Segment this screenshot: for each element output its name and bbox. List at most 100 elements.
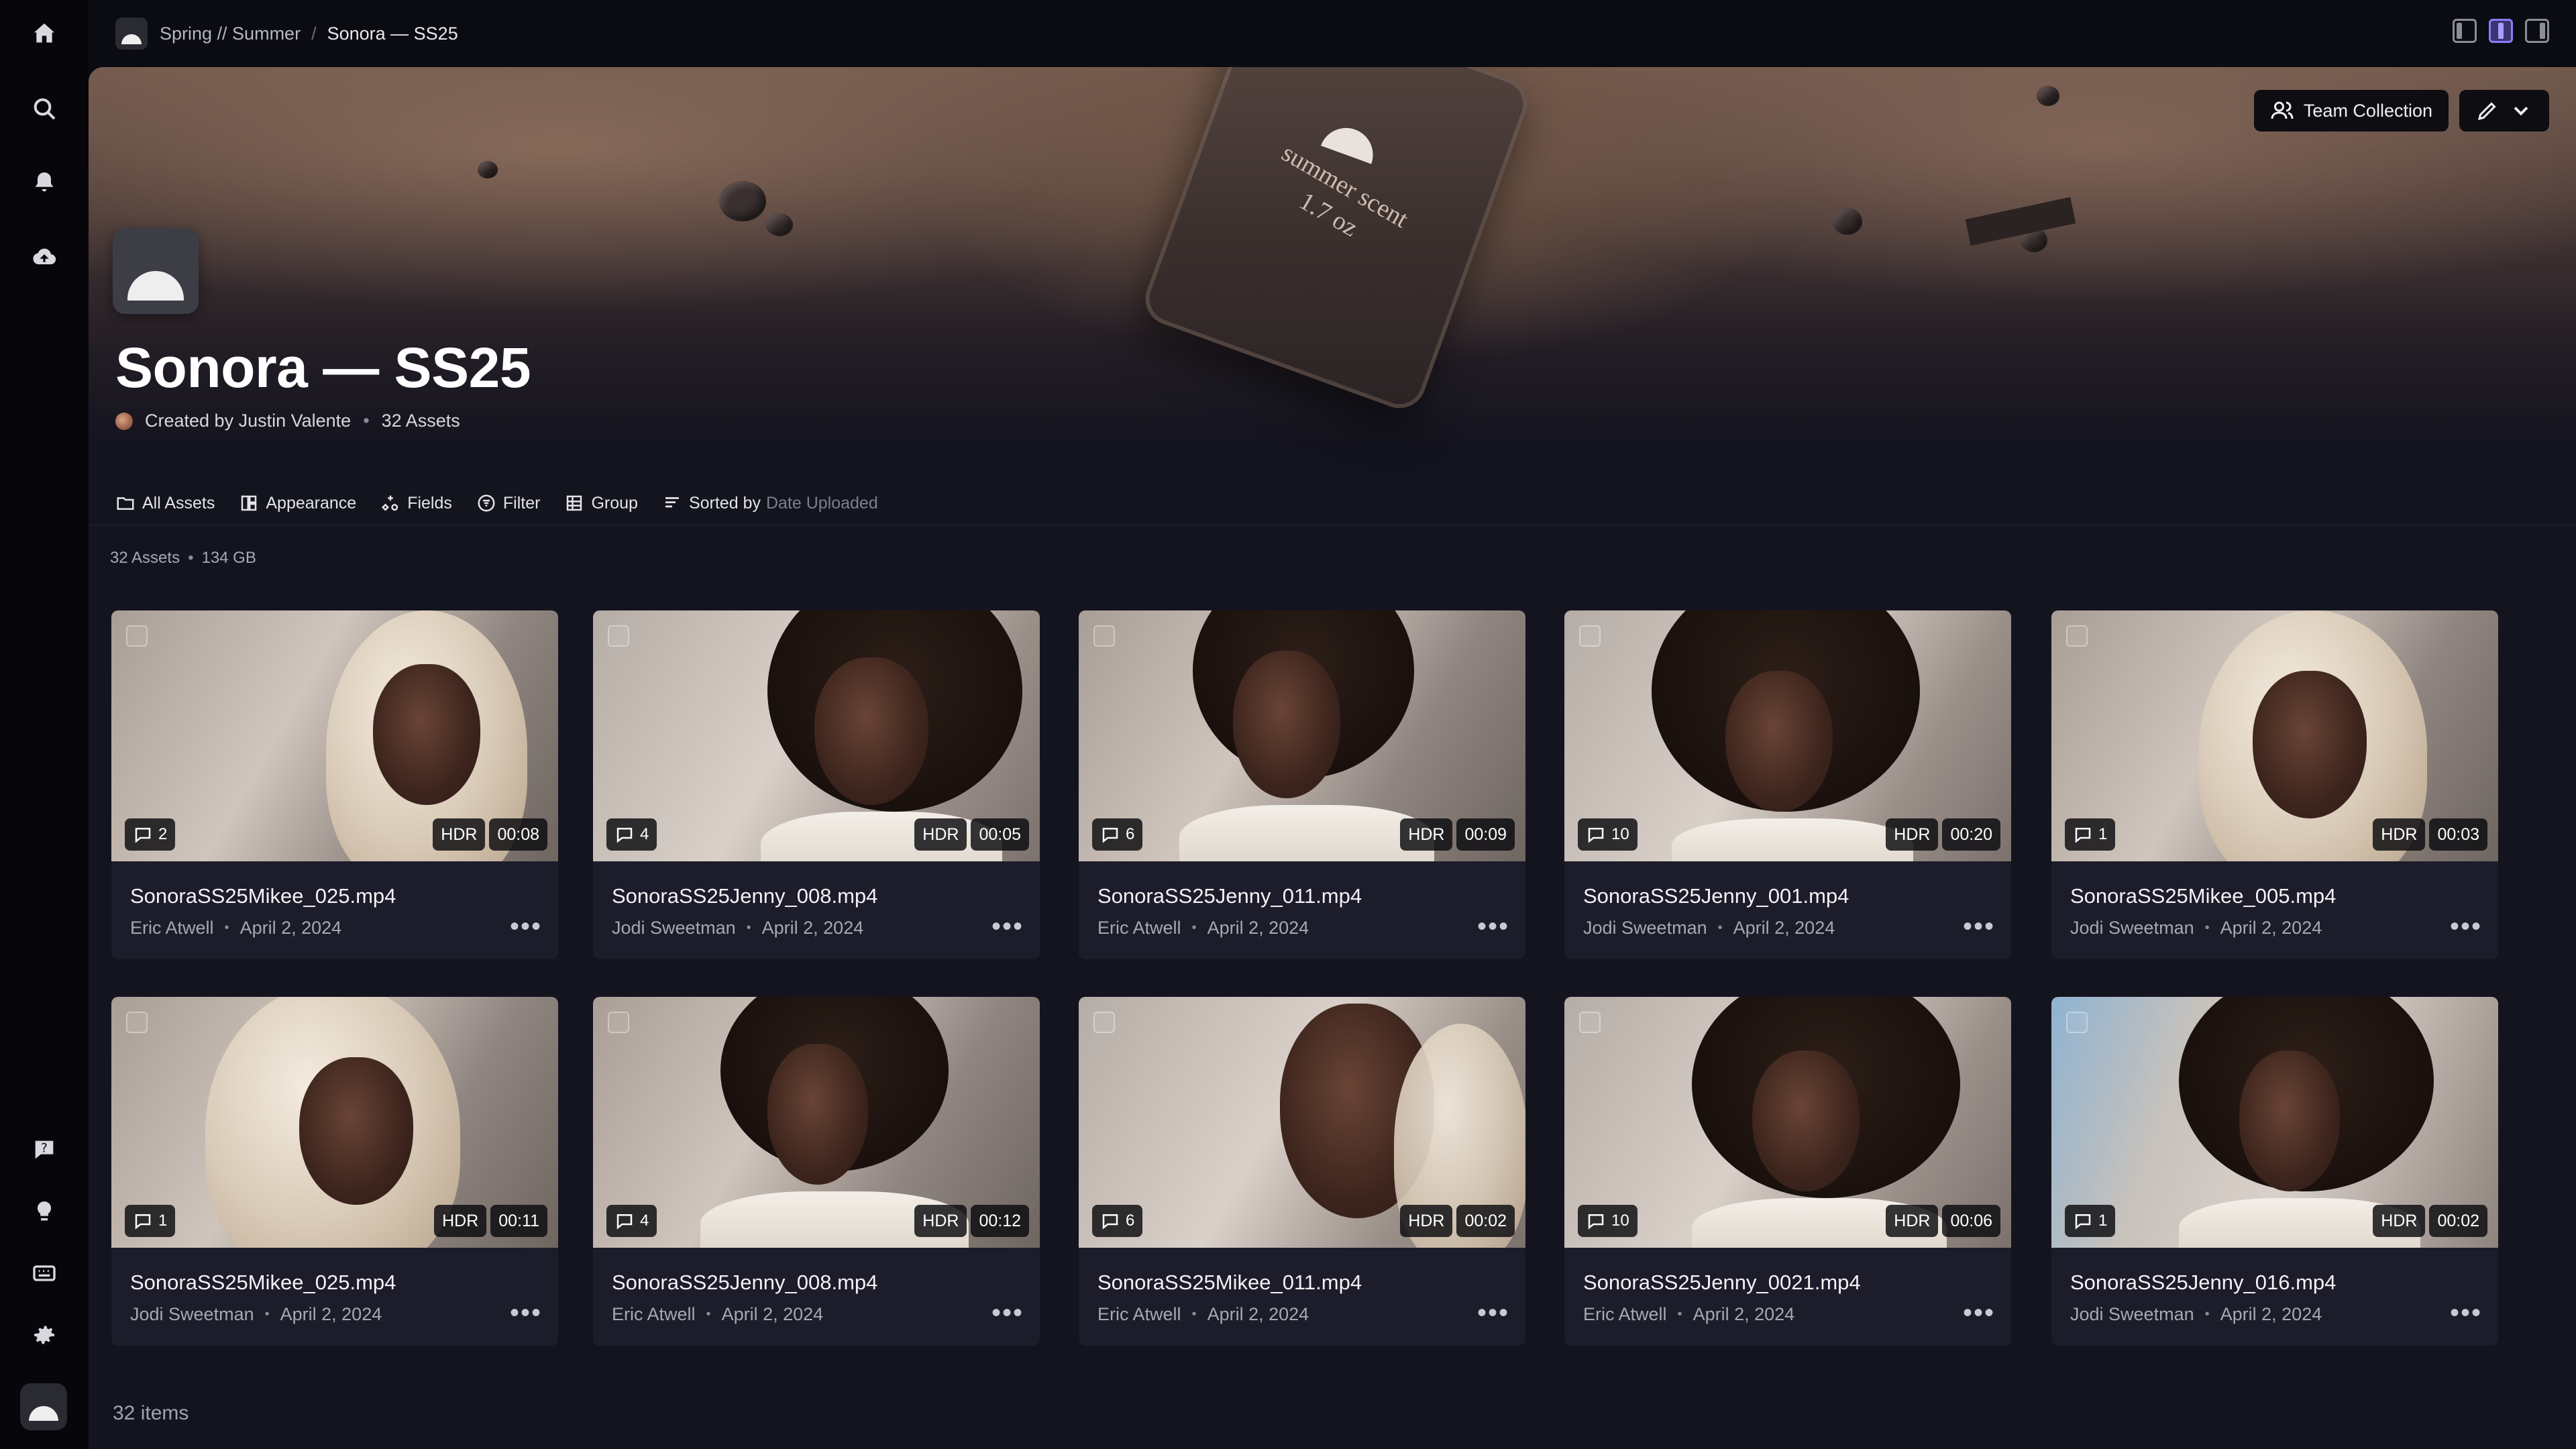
asset-name[interactable]: SonoraSS25Jenny_011.mp4 bbox=[1097, 884, 1362, 908]
hdr-badge: HDR bbox=[914, 1205, 967, 1237]
comment-count[interactable]: 2 bbox=[125, 818, 176, 851]
asset-date: April 2, 2024 bbox=[2220, 1304, 2322, 1324]
asset-card[interactable]: 4 HDR 00:12 SonoraSS25Jenny_008.mp4 Eric … bbox=[593, 997, 1040, 1346]
asset-name[interactable]: SonoraSS25Jenny_008.mp4 bbox=[612, 884, 877, 908]
upload-cloud-icon[interactable] bbox=[23, 236, 66, 279]
select-checkbox[interactable] bbox=[608, 1012, 629, 1033]
asset-card[interactable]: 2 HDR 00:08 SonoraSS25Mikee_025.mp4 Eric … bbox=[111, 610, 558, 959]
center-panel-toggle-icon[interactable] bbox=[2489, 19, 2513, 43]
team-collection-button[interactable]: Team Collection bbox=[2253, 90, 2449, 131]
more-options-icon[interactable]: ••• bbox=[991, 1299, 1024, 1326]
asset-card[interactable]: 1 HDR 00:11 SonoraSS25Mikee_025.mp4 Jodi … bbox=[111, 997, 558, 1346]
more-options-icon[interactable]: ••• bbox=[1477, 913, 1509, 940]
select-checkbox[interactable] bbox=[1579, 625, 1601, 647]
left-panel-toggle-icon[interactable] bbox=[2453, 19, 2477, 43]
comment-count-value: 6 bbox=[1126, 1212, 1135, 1230]
more-options-icon[interactable]: ••• bbox=[1963, 913, 1995, 940]
pebble bbox=[2037, 86, 2059, 106]
fields-button[interactable]: Fields bbox=[380, 493, 452, 513]
asset-name[interactable]: SonoraSS25Jenny_008.mp4 bbox=[612, 1271, 877, 1295]
select-checkbox[interactable] bbox=[126, 625, 148, 647]
asset-thumbnail[interactable]: 4 HDR 00:05 bbox=[593, 610, 1040, 861]
created-by[interactable]: Created by Justin Valente bbox=[145, 411, 351, 431]
more-options-icon[interactable]: ••• bbox=[2450, 1299, 2482, 1326]
more-options-icon[interactable]: ••• bbox=[991, 913, 1024, 940]
workspace-avatar[interactable] bbox=[20, 1383, 67, 1430]
group-button[interactable]: Group bbox=[564, 493, 638, 513]
comment-count-value: 1 bbox=[158, 1212, 168, 1230]
filter-button[interactable]: Filter bbox=[476, 493, 541, 513]
select-checkbox[interactable] bbox=[1093, 1012, 1115, 1033]
asset-thumbnail[interactable]: 1 HDR 00:11 bbox=[111, 997, 558, 1248]
select-checkbox[interactable] bbox=[608, 625, 629, 647]
sort-icon bbox=[665, 497, 679, 508]
comment-count[interactable]: 6 bbox=[1092, 1205, 1143, 1237]
gear-icon[interactable] bbox=[23, 1313, 66, 1356]
select-checkbox[interactable] bbox=[2066, 1012, 2088, 1033]
left-rail: ? bbox=[0, 0, 89, 1449]
asset-card[interactable]: 6 HDR 00:09 SonoraSS25Jenny_011.mp4 Eric … bbox=[1079, 610, 1525, 959]
keyboard-icon[interactable] bbox=[23, 1252, 66, 1295]
asset-name[interactable]: SonoraSS25Jenny_0021.mp4 bbox=[1583, 1271, 1861, 1295]
comment-count[interactable]: 10 bbox=[1578, 1205, 1638, 1237]
comment-count[interactable]: 10 bbox=[1578, 818, 1638, 851]
appearance-button[interactable]: Appearance bbox=[239, 493, 356, 513]
asset-name[interactable]: SonoraSS25Mikee_011.mp4 bbox=[1097, 1271, 1362, 1295]
asset-card[interactable]: 1 HDR 00:02 SonoraSS25Jenny_016.mp4 Jodi … bbox=[2051, 997, 2498, 1346]
team-icon bbox=[2271, 101, 2294, 119]
comment-count[interactable]: 1 bbox=[2065, 1205, 2116, 1237]
asset-name[interactable]: SonoraSS25Mikee_005.mp4 bbox=[2070, 884, 2336, 908]
more-options-icon[interactable]: ••• bbox=[510, 1299, 542, 1326]
asset-thumbnail[interactable]: 1 HDR 00:02 bbox=[2051, 997, 2498, 1248]
comment-count[interactable]: 4 bbox=[606, 1205, 657, 1237]
lightbulb-icon[interactable] bbox=[23, 1190, 66, 1233]
asset-card[interactable]: 1 HDR 00:03 SonoraSS25Mikee_005.mp4 Jodi … bbox=[2051, 610, 2498, 959]
select-checkbox[interactable] bbox=[126, 1012, 148, 1033]
comment-icon bbox=[2075, 1214, 2091, 1230]
sort-button[interactable]: Sorted by Date Uploaded bbox=[662, 493, 878, 513]
asset-thumbnail[interactable]: 10 HDR 00:20 bbox=[1564, 610, 2011, 861]
asset-name[interactable]: SonoraSS25Mikee_025.mp4 bbox=[130, 1271, 396, 1295]
asset-thumbnail[interactable]: 4 HDR 00:12 bbox=[593, 997, 1040, 1248]
more-options-icon[interactable]: ••• bbox=[1477, 1299, 1509, 1326]
asset-author: Eric Atwell bbox=[130, 918, 214, 938]
asset-thumbnail[interactable]: 10 HDR 00:06 bbox=[1564, 997, 2011, 1248]
more-options-icon[interactable]: ••• bbox=[1963, 1299, 1995, 1326]
collection-meta: Created by Justin Valente • 32 Assets bbox=[115, 411, 460, 431]
asset-name[interactable]: SonoraSS25Jenny_001.mp4 bbox=[1583, 884, 1849, 908]
edit-menu-button[interactable] bbox=[2459, 90, 2549, 131]
filter-label: Filter bbox=[502, 493, 541, 513]
more-options-icon[interactable]: ••• bbox=[510, 913, 542, 940]
asset-card[interactable]: 10 HDR 00:06 SonoraSS25Jenny_0021.mp4 Eri… bbox=[1564, 997, 2011, 1346]
comment-count[interactable]: 6 bbox=[1092, 818, 1143, 851]
home-icon[interactable] bbox=[23, 12, 66, 55]
all-assets-button[interactable]: All Assets bbox=[115, 493, 215, 513]
folder-icon bbox=[117, 497, 134, 510]
select-checkbox[interactable] bbox=[2066, 625, 2088, 647]
asset-card[interactable]: 6 HDR 00:02 SonoraSS25Mikee_011.mp4 Eric … bbox=[1079, 997, 1525, 1346]
comment-count[interactable]: 1 bbox=[2065, 818, 2116, 851]
comment-count[interactable]: 1 bbox=[125, 1205, 176, 1237]
comment-count-value: 10 bbox=[1611, 825, 1629, 843]
top-bar: Spring // Summer / Sonora — SS25 bbox=[89, 0, 2576, 67]
asset-name[interactable]: SonoraSS25Mikee_025.mp4 bbox=[130, 884, 396, 908]
sparkle-fields-icon bbox=[382, 495, 398, 511]
bell-icon[interactable] bbox=[23, 161, 66, 204]
search-icon[interactable] bbox=[23, 87, 66, 130]
asset-thumbnail[interactable]: 6 HDR 00:02 bbox=[1079, 997, 1525, 1248]
help-icon[interactable]: ? bbox=[23, 1128, 66, 1171]
right-panel-toggle-icon[interactable] bbox=[2525, 19, 2549, 43]
more-options-icon[interactable]: ••• bbox=[2450, 913, 2482, 940]
asset-card[interactable]: 10 HDR 00:20 SonoraSS25Jenny_001.mp4 Jodi… bbox=[1564, 610, 2011, 959]
asset-count: 32 Assets bbox=[381, 411, 460, 431]
asset-card[interactable]: 4 HDR 00:05 SonoraSS25Jenny_008.mp4 Jodi … bbox=[593, 610, 1040, 959]
asset-thumbnail[interactable]: 2 HDR 00:08 bbox=[111, 610, 558, 861]
breadcrumb-parent[interactable]: Spring // Summer bbox=[160, 23, 301, 44]
asset-thumbnail[interactable]: 6 HDR 00:09 bbox=[1079, 610, 1525, 861]
asset-thumbnail[interactable]: 1 HDR 00:03 bbox=[2051, 610, 2498, 861]
asset-name[interactable]: SonoraSS25Jenny_016.mp4 bbox=[2070, 1271, 2336, 1295]
view-toolbar: All Assets Appearance Fields Filter Grou… bbox=[115, 483, 902, 523]
select-checkbox[interactable] bbox=[1579, 1012, 1601, 1033]
select-checkbox[interactable] bbox=[1093, 625, 1115, 647]
comment-count[interactable]: 4 bbox=[606, 818, 657, 851]
